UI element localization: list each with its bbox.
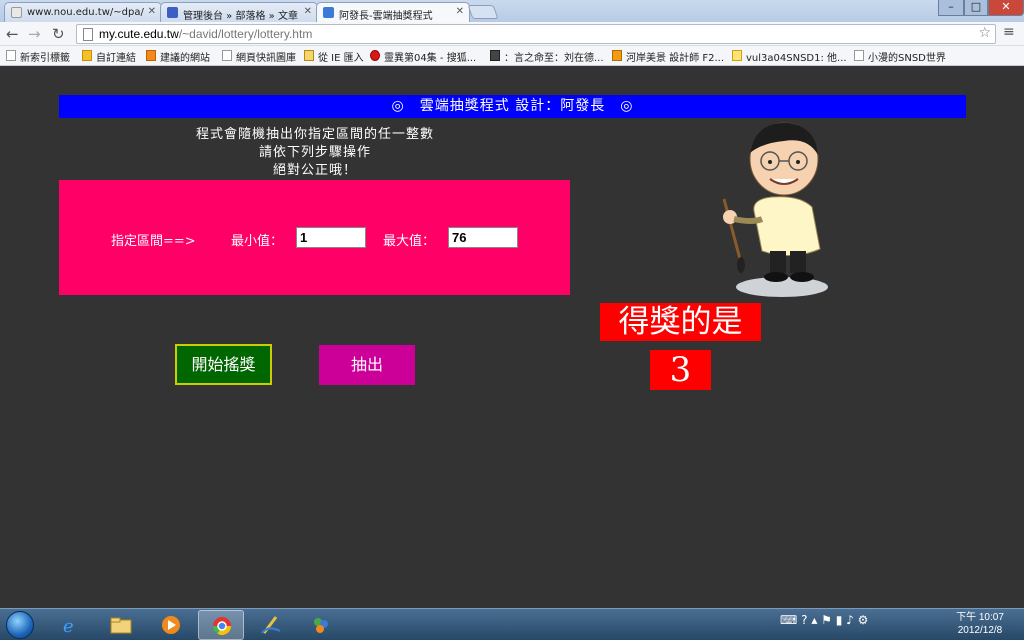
winner-number: 3 — [650, 350, 711, 390]
windows-icon — [82, 50, 92, 61]
url-text[interactable]: my.cute.edu.tw/~david/lottery/lottery.ht… — [99, 27, 312, 41]
bookmark-item[interactable]: vul3a04SNSD1: 他... — [732, 49, 847, 64]
start-draw-button[interactable]: 開始搖獎 — [175, 344, 272, 385]
drawing-app-icon — [261, 616, 281, 634]
close-icon[interactable]: ✕ — [304, 6, 312, 17]
system-tray-icons[interactable]: ⌨ ? ▴ ⚑ ▮ ♪ ⚙ — [780, 613, 868, 627]
taskbar-chrome[interactable] — [198, 610, 244, 640]
blogger-icon — [732, 50, 742, 61]
url-path: /~david/lottery/lottery.htm — [178, 27, 313, 41]
range-label: 指定區間==> — [111, 234, 196, 249]
page-icon — [11, 7, 22, 18]
google-icon — [323, 7, 334, 18]
messenger-icon — [314, 618, 328, 633]
clock-date: 2012/12/8 — [957, 625, 1003, 636]
intro-line: 程式會隨機抽出你指定區間的任一整數 — [195, 127, 434, 142]
range-panel: 指定區間==> 最小值： 最大值： — [59, 180, 570, 295]
bookmark-item[interactable]: 建議的網站 — [146, 49, 210, 64]
page-icon — [222, 50, 232, 61]
blog-icon — [167, 7, 178, 18]
system-clock[interactable]: 下午 10:07 2012/12/8 — [950, 611, 1010, 637]
svg-text:e: e — [63, 616, 74, 635]
clock-time: 下午 10:07 — [956, 612, 1004, 623]
page-title: ◎ 雲端抽獎程式 設計：阿發長 ◎ — [59, 95, 966, 118]
tab-admin[interactable]: 管理後台 » 部落格 » 文章 ✕ — [160, 2, 318, 22]
taskbar-explorer[interactable] — [98, 610, 144, 640]
tab-lottery[interactable]: 阿發長-雲端抽獎程式 ✕ — [316, 2, 470, 22]
site-icon — [612, 50, 622, 61]
wrench-icon[interactable]: ≡ — [1003, 24, 1015, 40]
forward-arrow-icon[interactable]: → — [28, 25, 41, 43]
start-button[interactable] — [6, 611, 34, 639]
bookmark-label: 河岸美景 設計師 F2... — [626, 53, 725, 64]
tab-nou[interactable]: www.nou.edu.tw/~dpa/ ✕ — [4, 2, 162, 22]
bookmark-item[interactable]: 網頁快訊圖庫 — [222, 49, 296, 64]
bookmark-label: 網頁快訊圖庫 — [236, 53, 296, 64]
bookmark-item[interactable]: 河岸美景 設計師 F2... — [612, 49, 724, 64]
back-arrow-icon[interactable]: ← — [6, 25, 19, 43]
bookmark-label: ：言之命至：刘在德... — [504, 53, 604, 64]
bookmarks-bar: 新索引標籤 自訂連結 建議的網站 網頁快訊圖庫 從 IE 匯入 靈異第04集 -… — [0, 46, 1024, 66]
close-window-button[interactable]: ✕ — [988, 0, 1024, 16]
taskbar-app[interactable] — [248, 610, 294, 640]
tab-label: www.nou.edu.tw/~dpa/ — [27, 7, 144, 18]
minimize-button[interactable]: – — [938, 0, 964, 16]
bookmark-label: vul3a04SNSD1: 他... — [746, 53, 847, 64]
sohu-icon — [370, 50, 380, 61]
intro-line: 絕對公正哦！ — [272, 163, 357, 178]
bookmark-label: 自訂連結 — [96, 53, 136, 64]
taskbar-media-player[interactable] — [148, 610, 194, 640]
tab-label: 阿發長-雲端抽獎程式 — [339, 11, 433, 22]
media-player-icon — [162, 616, 180, 634]
tab-strip: www.nou.edu.tw/~dpa/ ✕ 管理後台 » 部落格 » 文章 ✕… — [0, 0, 1024, 22]
bookmark-label: 靈異第04集 - 搜狐... — [384, 53, 477, 64]
maximize-button[interactable]: □ — [964, 0, 988, 16]
bookmark-item[interactable]: 靈異第04集 - 搜狐... — [370, 49, 476, 64]
tab-label: 管理後台 » 部落格 » 文章 — [183, 11, 298, 22]
bookmark-item[interactable]: ：言之命至：刘在德... — [490, 49, 604, 64]
taskbar: e ⌨ ? ▴ ⚑ ▮ ♪ ⚙ 下午 10:07 2012/12/8 — [0, 608, 1024, 640]
site-icon — [490, 50, 500, 61]
page-icon — [6, 50, 16, 61]
new-tab-button[interactable] — [467, 5, 499, 19]
bookmark-item[interactable]: 小漫的SNSD世界 — [854, 49, 946, 64]
mascot-illustration — [722, 122, 828, 297]
star-icon[interactable]: ☆ — [978, 25, 991, 41]
winner-label: 得獎的是 — [600, 303, 761, 341]
folder-icon — [110, 617, 132, 634]
bookmark-label: 從 IE 匯入 — [318, 53, 364, 64]
url-host: my.cute.edu.tw — [99, 27, 179, 41]
close-icon[interactable]: ✕ — [456, 6, 464, 17]
page-icon — [854, 50, 864, 61]
taskbar-messenger[interactable] — [298, 610, 344, 640]
bookmark-item[interactable]: 自訂連結 — [82, 49, 136, 64]
bookmark-label: 小漫的SNSD世界 — [868, 53, 946, 64]
suggested-sites-icon — [146, 50, 156, 61]
address-bar[interactable]: my.cute.edu.tw/~david/lottery/lottery.ht… — [76, 24, 996, 44]
reload-icon[interactable]: ↻ — [52, 25, 65, 43]
bookmark-item[interactable]: 新索引標籤 — [6, 49, 70, 64]
max-label: 最大值： — [383, 234, 436, 249]
taskbar-ie[interactable]: e — [48, 610, 94, 640]
ie-icon: e — [63, 616, 74, 635]
min-input[interactable] — [296, 227, 366, 248]
bookmark-item[interactable]: 從 IE 匯入 — [304, 49, 364, 64]
max-input[interactable] — [448, 227, 518, 248]
bookmark-label: 建議的網站 — [160, 53, 210, 64]
toolbar: ← → ↻ my.cute.edu.tw/~david/lottery/lott… — [0, 22, 1024, 46]
min-label: 最小值： — [231, 234, 284, 249]
draw-button[interactable]: 抽出 — [319, 345, 415, 385]
intro-line: 請依下列步驟操作 — [258, 145, 371, 160]
page-content: ◎ 雲端抽獎程式 設計：阿發長 ◎ 程式會隨機抽出你指定區間的任一整數 請依下列… — [0, 67, 1024, 608]
page-icon — [83, 28, 93, 41]
folder-icon — [304, 50, 314, 61]
bookmark-label: 新索引標籤 — [20, 53, 70, 64]
chrome-icon — [213, 617, 231, 636]
close-icon[interactable]: ✕ — [148, 6, 156, 17]
